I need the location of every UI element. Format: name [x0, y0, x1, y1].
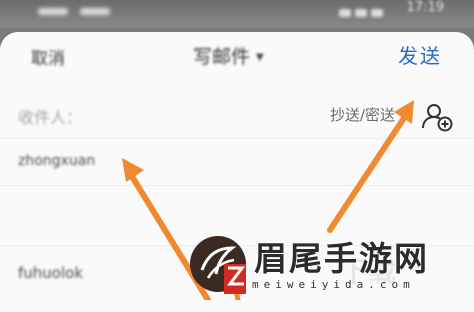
watermark-brand: 眉尾手游网: [254, 239, 429, 278]
watermark-logo-icon: [190, 236, 246, 294]
watermark: 下载 眉尾手游网 meiweiyida.com: [188, 232, 474, 300]
watermark-url: meiweiyida.com: [252, 278, 415, 291]
annotation-arrow: [327, 100, 414, 233]
